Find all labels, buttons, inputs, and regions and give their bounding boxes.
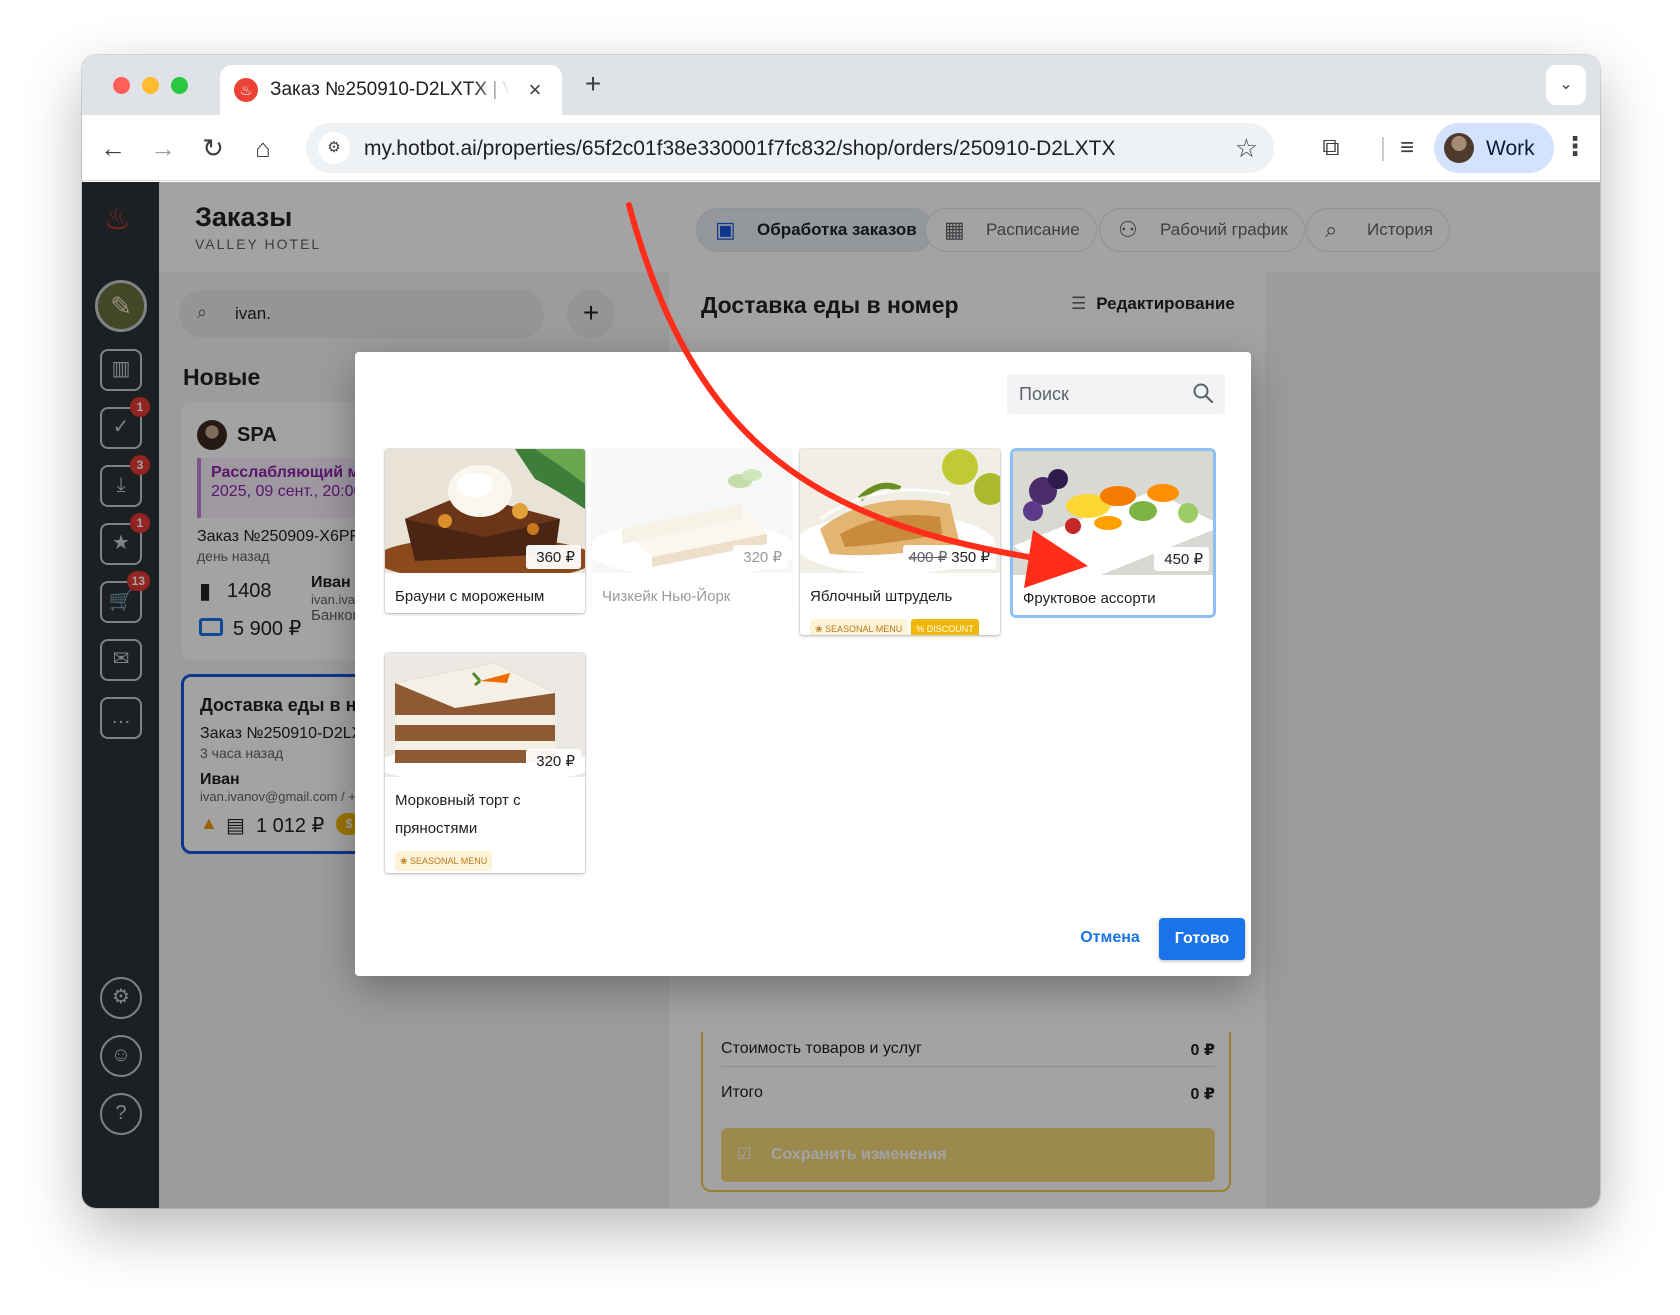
done-button[interactable]: Готово [1159,918,1245,960]
forward-arrow-icon[interactable]: → [146,131,180,165]
extensions-puzzle-icon[interactable]: ⧉ [1314,131,1348,165]
product-search-field[interactable] [1007,374,1225,414]
minimize-window-button[interactable] [142,77,159,94]
url-text: my.hotbot.ai/properties/65f2c01f38e33000… [364,137,1116,160]
product-image-brownie: 360 ₽ [385,449,585,573]
profile-button[interactable]: Work [1434,123,1554,173]
profile-avatar [1444,133,1474,163]
product-price-value: 360 ₽ [536,549,575,566]
new-tab-button[interactable]: + [577,69,609,101]
product-price-value: 320 ₽ [743,549,782,566]
product-name: Морковный торт с пряностями [395,792,521,837]
seasonal-menu-tag: ❀ SEASONAL MENU [395,851,493,871]
tab-search-chevron-icon[interactable]: ⌄ [1546,65,1586,105]
product-image-cheesecake: 320 ₽ [592,449,792,573]
tag-label: SEASONAL MENU [825,624,903,634]
product-image-strudel: 400 ₽350 ₽ [800,449,1000,573]
cancel-button[interactable]: Отмена [1060,918,1160,958]
product-price: 320 ₽ [526,749,581,773]
reload-icon[interactable]: ↻ [196,131,230,165]
seasonal-menu-tag: ❀ SEASONAL MENU [810,619,908,635]
tab-title: Заказ №250910-D2LXTX | Va [270,79,510,100]
bookmark-star-icon[interactable]: ☆ [1235,132,1258,164]
product-price: 320 ₽ [733,545,788,569]
product-name: Чизкейк Нью-Йорк [602,588,731,605]
product-price-value: 320 ₽ [536,753,575,770]
product-price-value: 450 ₽ [1164,551,1203,568]
close-tab-icon[interactable]: × [522,77,548,103]
search-icon[interactable] [1191,381,1215,410]
address-bar[interactable]: ⚙ my.hotbot.ai/properties/65f2c01f38e330… [306,123,1274,173]
product-name: Брауни с мороженым [395,588,545,605]
product-image-fruit-platter: 450 ₽ [1013,451,1213,575]
browser-menu-icon[interactable]: ⋮ [1562,131,1588,165]
product-card-fruit-platter[interactable]: 450 ₽ Фруктовое ассорти [1013,451,1213,615]
product-price: 360 ₽ [526,545,581,569]
product-price: 400 ₽350 ₽ [902,545,996,569]
tab-strip: ♨ Заказ №250910-D2LXTX | Va × + ⌄ [82,55,1600,117]
tag-label: DISCOUNT [926,624,974,634]
hotbot-flame-icon: ♨ [234,78,258,102]
product-picker-dialog: 360 ₽ Брауни с мороженым 320 ₽ Чизкейк Н… [355,352,1251,976]
site-settings-icon[interactable]: ⚙ [318,132,350,164]
toolbar-divider [1382,137,1384,161]
back-arrow-icon[interactable]: ← [96,131,130,165]
discount-tag: % DISCOUNT [911,619,979,635]
product-image-carrot-cake: 320 ₽ [385,653,585,777]
media-queue-icon[interactable]: ≡ [1390,131,1424,165]
browser-toolbar: ← → ↻ ⌂ ⚙ my.hotbot.ai/properties/65f2c0… [82,115,1600,181]
product-price: 450 ₽ [1154,547,1209,571]
product-card-carrot-cake[interactable]: 320 ₽ Морковный торт с пряностями ❀ SEAS… [385,653,585,873]
tag-label: SEASONAL MENU [410,856,488,866]
product-old-price: 400 ₽ [908,549,948,566]
product-name: Фруктовое ассорти [1023,590,1156,607]
close-window-button[interactable] [113,77,130,94]
profile-name: Work [1486,137,1535,160]
product-card-cheesecake: 320 ₽ Чизкейк Нью-Йорк [592,449,792,613]
zoom-window-button[interactable] [171,77,188,94]
product-name: Яблочный штрудель [810,588,953,605]
product-price-value: 350 ₽ [951,549,990,566]
browser-tab[interactable]: ♨ Заказ №250910-D2LXTX | Va × [220,65,562,117]
product-tags: ❀ SEASONAL MENU% DISCOUNT [800,619,1000,635]
product-card-strudel[interactable]: 400 ₽350 ₽ Яблочный штрудель ❀ SEASONAL … [800,449,1000,635]
product-tags: ❀ SEASONAL MENU [385,851,585,873]
product-search-input[interactable] [1007,374,1187,414]
home-icon[interactable]: ⌂ [246,131,280,165]
product-card-brownie[interactable]: 360 ₽ Брауни с мороженым [385,449,585,613]
